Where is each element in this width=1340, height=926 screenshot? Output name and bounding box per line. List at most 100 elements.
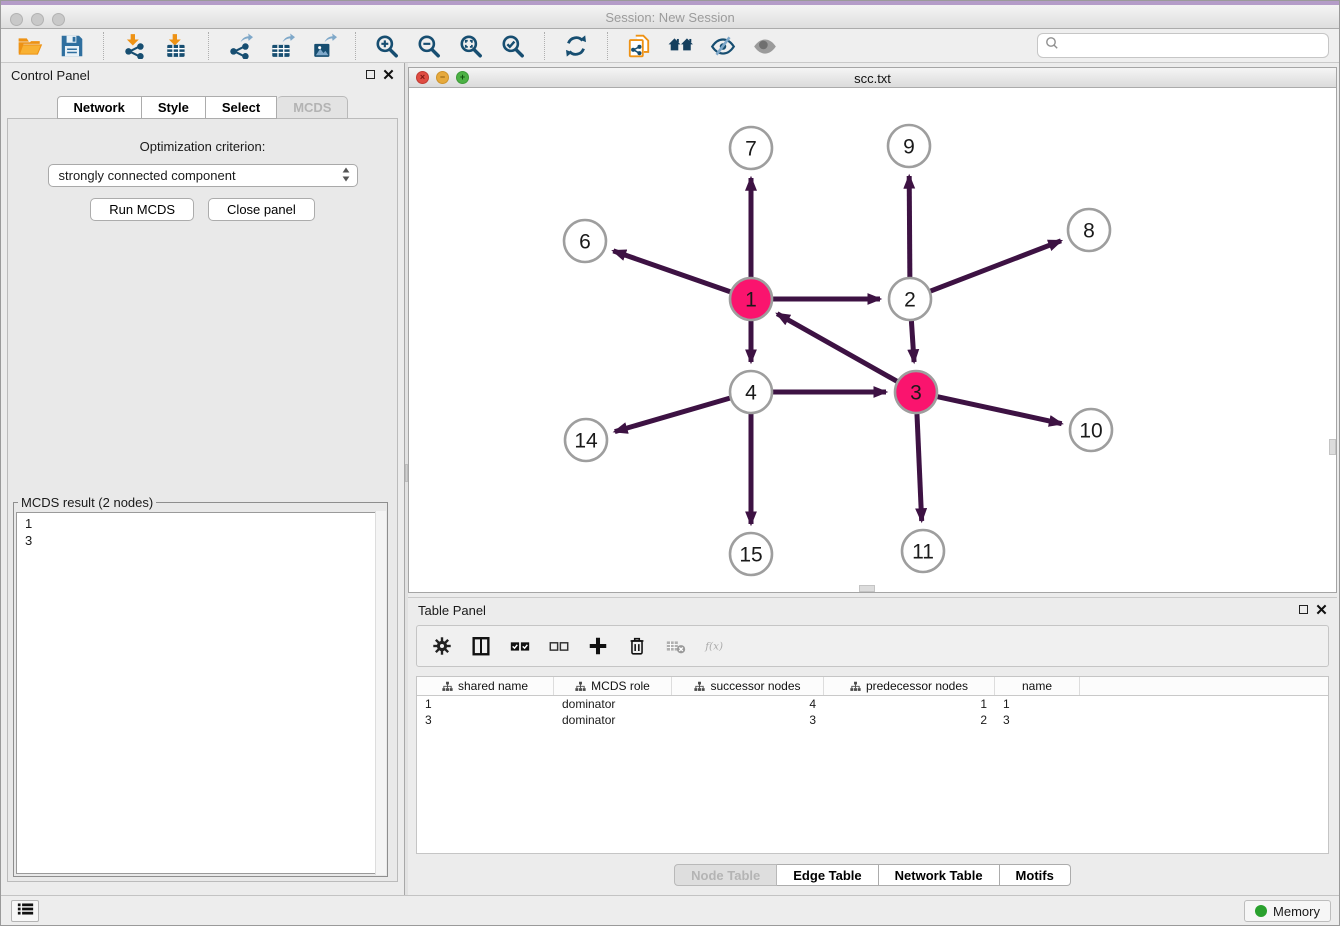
export-table-icon [269, 33, 295, 59]
run-mcds-button[interactable]: Run MCDS [90, 198, 194, 221]
close-panel-button[interactable]: Close panel [208, 198, 315, 221]
table-tab-edge-table[interactable]: Edge Table [777, 864, 878, 886]
tab-mcds[interactable]: MCDS [277, 96, 348, 119]
zoom-in-button[interactable] [368, 31, 406, 61]
cell-predecessor-nodes[interactable]: 1 [824, 697, 995, 711]
table-row-0[interactable]: 1dominator411 [417, 696, 1328, 712]
graph-node-7[interactable]: 7 [730, 127, 772, 169]
graph-node-10[interactable]: 10 [1070, 409, 1112, 451]
cell-name[interactable]: 3 [995, 713, 1080, 727]
zoom-selected-icon [500, 33, 526, 59]
search-box[interactable] [1037, 33, 1329, 58]
graph-node-14[interactable]: 14 [565, 419, 607, 461]
task-history-button[interactable] [11, 900, 39, 922]
export-network-button[interactable] [221, 31, 259, 61]
column-header-shared-name[interactable]: shared name [417, 677, 554, 695]
unselect-all-button[interactable] [548, 635, 570, 657]
zoom-out-button[interactable] [410, 31, 448, 61]
cell-successor-nodes[interactable]: 3 [672, 713, 824, 727]
memory-button[interactable]: Memory [1244, 900, 1331, 922]
search-input[interactable] [1060, 37, 1328, 54]
graph-node-3[interactable]: 3 [895, 371, 937, 413]
column-header-name[interactable]: name [995, 677, 1080, 695]
export-image-button[interactable] [305, 31, 343, 61]
close-table-panel-icon[interactable] [1316, 604, 1327, 615]
graphics-details-button[interactable] [704, 31, 742, 61]
svg-text:1: 1 [745, 289, 757, 312]
open-file-button[interactable] [11, 31, 49, 61]
save-session-button[interactable] [53, 31, 91, 61]
graph-edge-2-8[interactable] [931, 241, 1061, 291]
birds-eye-button[interactable] [746, 31, 784, 61]
add-button[interactable] [587, 635, 609, 657]
svg-text:3: 3 [910, 382, 922, 405]
graph-node-1[interactable]: 1 [730, 278, 772, 320]
select-all-button[interactable] [509, 635, 531, 657]
window-title: Session: New Session [1, 10, 1339, 25]
tab-network[interactable]: Network [57, 96, 142, 119]
column-header-successor-nodes[interactable]: successor nodes [672, 677, 824, 695]
graph-edge-3-1[interactable] [777, 314, 897, 381]
horizontal-splitter-grip[interactable] [859, 585, 875, 592]
graph-node-9[interactable]: 9 [888, 125, 930, 167]
cell-shared-name[interactable]: 3 [417, 713, 554, 727]
graph-edge-3-11[interactable] [917, 414, 922, 521]
graph-node-11[interactable]: 11 [902, 530, 944, 572]
table-tab-motifs[interactable]: Motifs [1000, 864, 1071, 886]
svg-text:14: 14 [574, 430, 598, 453]
graph-node-2[interactable]: 2 [889, 278, 931, 320]
float-table-panel-icon[interactable] [1299, 605, 1308, 614]
zoom-selected-button[interactable] [494, 31, 532, 61]
column-header-predecessor-nodes[interactable]: predecessor nodes [824, 677, 995, 695]
duplicate-network-button[interactable] [620, 31, 658, 61]
columns-icon [470, 635, 492, 657]
tab-select[interactable]: Select [206, 96, 277, 119]
export-table-button[interactable] [263, 31, 301, 61]
column-header-mcds-role[interactable]: MCDS role [554, 677, 672, 695]
table-body: 1dominator4113dominator323 [417, 696, 1328, 728]
close-panel-icon[interactable] [383, 69, 394, 80]
table-tab-node-table[interactable]: Node Table [674, 864, 777, 886]
graph-edge-1-6[interactable] [613, 251, 730, 292]
zoom-fit-button[interactable] [452, 31, 490, 61]
table-row-1[interactable]: 3dominator323 [417, 712, 1328, 728]
graph-node-8[interactable]: 8 [1068, 209, 1110, 251]
mcds-result-text: 1 3 [16, 512, 385, 874]
cell-name[interactable]: 1 [995, 697, 1080, 711]
list-icon [17, 902, 34, 921]
graph-node-6[interactable]: 6 [564, 220, 606, 262]
graph-node-15[interactable]: 15 [730, 533, 772, 575]
control-panel-tabs: NetworkStyleSelectMCDS [1, 96, 404, 119]
graph-edge-3-10[interactable] [937, 397, 1061, 424]
delete-button[interactable] [626, 635, 648, 657]
tab-style[interactable]: Style [142, 96, 206, 119]
import-network-button[interactable] [116, 31, 154, 61]
optimization-select[interactable]: strongly connected component [48, 164, 358, 187]
memory-label: Memory [1273, 904, 1320, 919]
network-graph[interactable]: 7 9 6 8 1 2 4 3 14 10 15 11 [409, 89, 1336, 593]
graph-edge-2-3[interactable] [911, 321, 914, 362]
cell-predecessor-nodes[interactable]: 2 [824, 713, 995, 727]
cell-shared-name[interactable]: 1 [417, 697, 554, 711]
apply-layout-button[interactable] [557, 31, 595, 61]
result-scrollbar[interactable] [375, 511, 386, 875]
network-canvas[interactable]: 7 9 6 8 1 2 4 3 14 10 15 11 [409, 89, 1336, 592]
toolbar-separator [355, 32, 356, 60]
mcds-panel: Optimization criterion: strongly connect… [7, 118, 398, 882]
graph-node-4[interactable]: 4 [730, 371, 772, 413]
cell-mcds-role[interactable]: dominator [554, 713, 672, 727]
table-panel: Table Panel f(x) shared nameMCDS rolesuc… [408, 597, 1337, 889]
network-home-button[interactable] [662, 31, 700, 61]
shared-column-icon [694, 681, 705, 692]
cell-mcds-role[interactable]: dominator [554, 697, 672, 711]
graph-edge-2-9[interactable] [909, 176, 910, 277]
cell-successor-nodes[interactable]: 4 [672, 697, 824, 711]
columns-button[interactable] [470, 635, 492, 657]
table-tab-network-table[interactable]: Network Table [879, 864, 1000, 886]
table-tabs: Node TableEdge TableNetwork TableMotifs [408, 864, 1337, 886]
gear-button[interactable] [431, 635, 453, 657]
import-table-button[interactable] [158, 31, 196, 61]
float-panel-icon[interactable] [366, 70, 375, 79]
graph-edge-4-14[interactable] [615, 398, 730, 431]
right-splitter-grip[interactable] [1329, 439, 1336, 455]
